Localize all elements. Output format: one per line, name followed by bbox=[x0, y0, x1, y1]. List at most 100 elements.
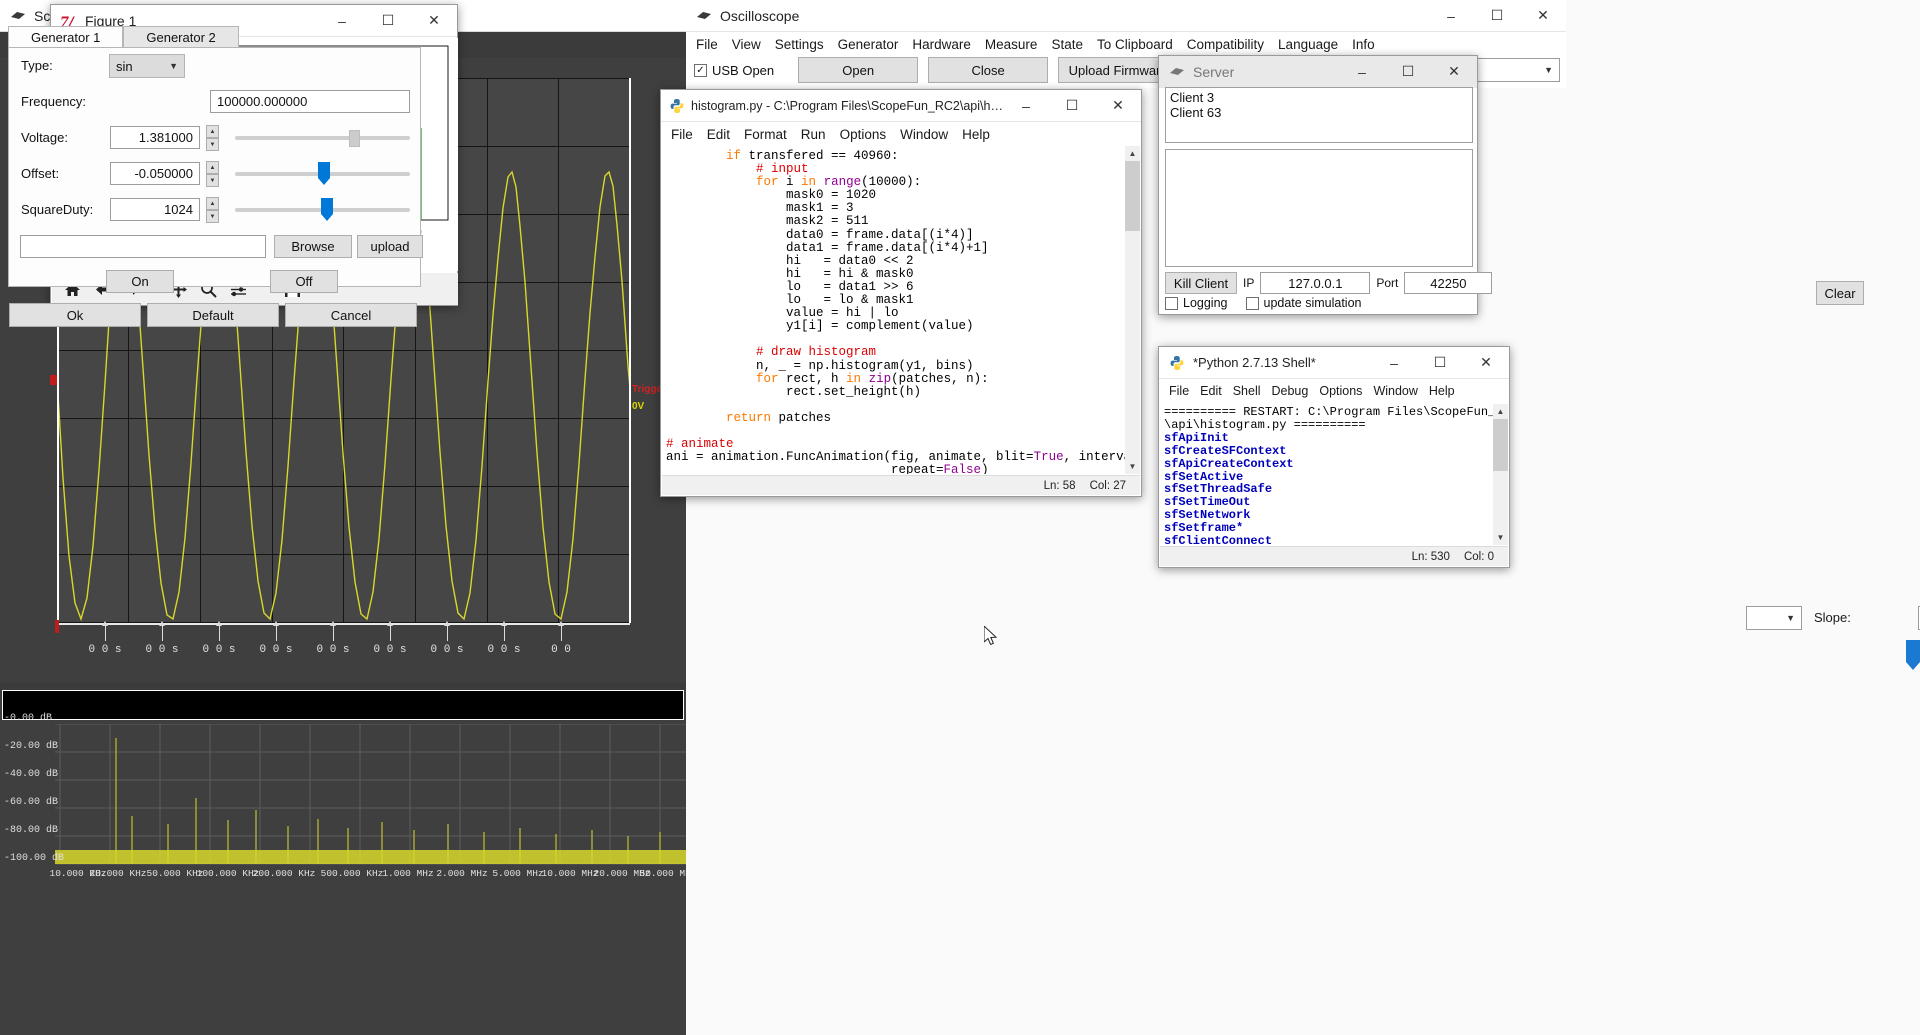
idle-menu-run[interactable]: Run bbox=[801, 127, 826, 142]
open-button[interactable]: Open bbox=[798, 57, 918, 83]
stepper-up-icon[interactable]: ▲ bbox=[206, 161, 219, 174]
update-simulation-checkbox[interactable]: update simulation bbox=[1246, 296, 1362, 310]
menu-language[interactable]: Language bbox=[1278, 37, 1338, 52]
minimize-button[interactable]: – bbox=[1371, 347, 1417, 378]
scroll-down-icon[interactable]: ▼ bbox=[1125, 459, 1140, 474]
shell-menu-file[interactable]: File bbox=[1169, 384, 1189, 398]
maximize-button[interactable]: ☐ bbox=[1417, 347, 1463, 378]
idle-code-area[interactable]: if transfered == 40960: # input for i in… bbox=[662, 146, 1140, 474]
minimize-button[interactable]: – bbox=[1428, 0, 1474, 31]
idle-menu-format[interactable]: Format bbox=[744, 127, 787, 142]
maximize-button[interactable]: ☐ bbox=[1385, 56, 1431, 87]
close-button[interactable]: ✕ bbox=[411, 5, 457, 36]
frequency-field[interactable]: 100000.000000 bbox=[210, 90, 410, 113]
offset-stepper[interactable]: ▲ ▼ bbox=[206, 161, 219, 187]
maximize-button[interactable]: ☐ bbox=[365, 5, 411, 36]
scroll-down-icon[interactable]: ▼ bbox=[1493, 530, 1508, 545]
shell-vertical-scrollbar[interactable]: ▲ ▼ bbox=[1493, 404, 1508, 545]
idle-menu-window[interactable]: Window bbox=[900, 127, 948, 142]
cancel-button[interactable]: Cancel bbox=[285, 303, 417, 327]
ok-button[interactable]: Ok bbox=[9, 303, 141, 327]
idle-editor-window: histogram.py - C:\Program Files\ScopeFun… bbox=[660, 89, 1142, 497]
offset-field[interactable]: -0.050000 bbox=[110, 162, 200, 185]
server-log-box[interactable] bbox=[1165, 149, 1473, 267]
idle-vertical-scrollbar[interactable]: ▲ ▼ bbox=[1125, 146, 1140, 474]
stepper-up-icon[interactable]: ▲ bbox=[206, 197, 219, 210]
menu-measure[interactable]: Measure bbox=[985, 37, 1038, 52]
voltage-slider-handle[interactable] bbox=[349, 130, 360, 147]
menu-hardware[interactable]: Hardware bbox=[912, 37, 971, 52]
list-item[interactable]: Client 63 bbox=[1170, 105, 1468, 120]
idle-menu-help[interactable]: Help bbox=[962, 127, 990, 142]
close-device-button[interactable]: Close bbox=[928, 57, 1048, 83]
shell-menu-shell[interactable]: Shell bbox=[1233, 384, 1261, 398]
kill-client-button[interactable]: Kill Client bbox=[1165, 272, 1237, 294]
close-button[interactable]: ✕ bbox=[1095, 90, 1141, 121]
stepper-up-icon[interactable]: ▲ bbox=[206, 125, 219, 138]
logging-checkbox[interactable]: Logging bbox=[1165, 296, 1228, 310]
minimize-button[interactable]: – bbox=[319, 5, 365, 36]
close-button[interactable]: ✕ bbox=[1463, 347, 1509, 378]
idle-menu-options[interactable]: Options bbox=[840, 127, 887, 142]
squareduty-field[interactable]: 1024 bbox=[110, 198, 200, 221]
menu-compatibility[interactable]: Compatibility bbox=[1187, 37, 1264, 52]
minimize-button[interactable]: – bbox=[1003, 90, 1049, 121]
stepper-down-icon[interactable]: ▼ bbox=[206, 138, 219, 151]
scroll-up-icon[interactable]: ▲ bbox=[1493, 404, 1508, 419]
scrollbar-thumb[interactable] bbox=[1493, 419, 1508, 471]
file-path-field[interactable] bbox=[20, 235, 266, 258]
shell-menu-debug[interactable]: Debug bbox=[1272, 384, 1309, 398]
idle-menu-file[interactable]: File bbox=[671, 127, 693, 142]
scroll-up-icon[interactable]: ▲ bbox=[1125, 146, 1140, 161]
voltage-field[interactable]: 1.381000 bbox=[110, 126, 200, 149]
idle-menubar[interactable]: File Edit Format Run Options Window Help bbox=[661, 122, 1141, 146]
type-value: sin bbox=[116, 59, 169, 74]
squareduty-slider-handle[interactable] bbox=[321, 198, 333, 214]
browse-button[interactable]: Browse bbox=[274, 235, 352, 258]
close-button[interactable]: ✕ bbox=[1431, 56, 1477, 87]
menu-state[interactable]: State bbox=[1051, 37, 1083, 52]
idle-menu-edit[interactable]: Edit bbox=[707, 127, 730, 142]
stepper-down-icon[interactable]: ▼ bbox=[206, 210, 219, 223]
menu-view[interactable]: View bbox=[732, 37, 761, 52]
shell-menu-edit[interactable]: Edit bbox=[1200, 384, 1222, 398]
minimize-button[interactable]: – bbox=[1339, 56, 1385, 87]
menu-settings[interactable]: Settings bbox=[775, 37, 824, 52]
squareduty-stepper[interactable]: ▲ ▼ bbox=[206, 197, 219, 223]
maximize-button[interactable]: ☐ bbox=[1474, 0, 1520, 31]
idle-window-controls: – ☐ ✕ bbox=[1003, 90, 1141, 121]
tab-generator-2[interactable]: Generator 2 bbox=[123, 26, 238, 48]
offset-slider-handle[interactable] bbox=[318, 162, 330, 178]
menu-file[interactable]: File bbox=[696, 37, 718, 52]
client-list[interactable]: Client 3 Client 63 bbox=[1165, 87, 1473, 143]
stepper-down-icon[interactable]: ▼ bbox=[206, 174, 219, 187]
tab-generator-1[interactable]: Generator 1 bbox=[8, 26, 123, 48]
shell-output-area[interactable]: ========== RESTART: C:\Program Files\Sco… bbox=[1160, 404, 1493, 545]
menu-generator[interactable]: Generator bbox=[838, 37, 899, 52]
trigger-level-marker[interactable] bbox=[50, 375, 57, 385]
ip-field[interactable]: 127.0.0.1 bbox=[1260, 272, 1370, 294]
menu-to-clipboard[interactable]: To Clipboard bbox=[1097, 37, 1173, 52]
mode-select-partial[interactable]: ▼ bbox=[1746, 606, 1802, 630]
shell-menu-window[interactable]: Window bbox=[1373, 384, 1417, 398]
voltage-stepper[interactable]: ▲ ▼ bbox=[206, 125, 219, 151]
off-button[interactable]: Off bbox=[270, 270, 338, 293]
maximize-button[interactable]: ☐ bbox=[1049, 90, 1095, 121]
usb-open-checkbox[interactable]: ✓ USB Open bbox=[694, 63, 774, 78]
trigger-marker-handle[interactable] bbox=[1906, 640, 1920, 662]
type-select[interactable]: sin ▼ bbox=[109, 54, 185, 78]
default-button[interactable]: Default bbox=[147, 303, 279, 327]
clear-button[interactable]: Clear bbox=[1816, 281, 1864, 305]
on-button[interactable]: On bbox=[106, 270, 174, 293]
scrollbar-thumb[interactable] bbox=[1125, 161, 1140, 231]
shell-menu-options[interactable]: Options bbox=[1319, 384, 1362, 398]
shell-menu-help[interactable]: Help bbox=[1429, 384, 1455, 398]
shell-menubar[interactable]: File Edit Shell Debug Options Window Help bbox=[1159, 379, 1509, 403]
voltage-slider-track[interactable] bbox=[235, 136, 410, 140]
port-field[interactable]: 42250 bbox=[1404, 272, 1492, 294]
close-button[interactable]: ✕ bbox=[1520, 0, 1566, 31]
list-item[interactable]: Client 3 bbox=[1170, 90, 1468, 105]
upload-button[interactable]: upload bbox=[357, 235, 423, 258]
spectrum-analyzer[interactable]: -0.00 dB-20.00 dB-40.00 dB-60.00 dB-80.0… bbox=[0, 690, 686, 1035]
menu-info[interactable]: Info bbox=[1352, 37, 1375, 52]
